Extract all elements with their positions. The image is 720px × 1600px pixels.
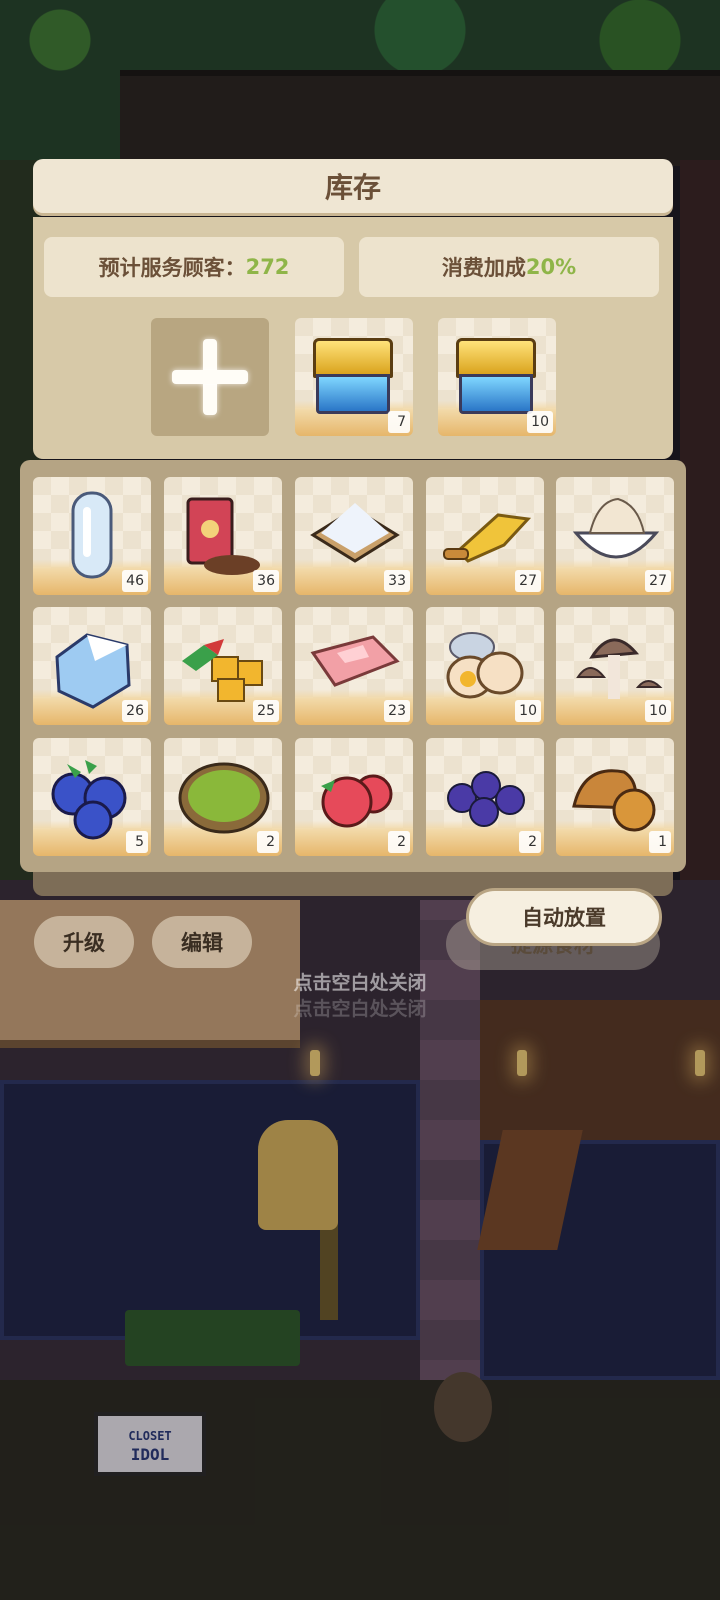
inventory-item[interactable]: 10 [426,607,544,725]
inventory-item[interactable]: 27 [556,477,674,595]
treasure-chest-icon [313,338,393,416]
edit-button[interactable]: 编辑 [152,916,252,968]
inventory-item[interactable]: 5 [33,738,151,856]
expected-customers-value: 272 [245,255,290,279]
wheat-sheaf-icon [443,513,532,563]
item-count: 5 [126,831,148,853]
red-berries-icon [321,774,393,828]
inventory-item[interactable]: 26 [33,607,151,725]
item-count: 25 [253,700,279,722]
item-count: 2 [388,831,410,853]
expected-customers-stat: 预计服务顾客： 272 [44,237,344,297]
item-count: 33 [384,570,410,592]
inventory-item[interactable]: 33 [295,477,413,595]
inventory-item[interactable]: 2 [426,738,544,856]
equipped-slot[interactable]: 10 [438,318,556,436]
item-count: 2 [519,831,541,853]
milk-carton-icon [55,633,131,709]
item-count: 10 [645,700,671,722]
item-count: 10 [527,411,553,433]
item-count: 26 [122,700,148,722]
equipped-slot[interactable]: 7 [295,318,413,436]
inventory-item[interactable]: 36 [164,477,282,595]
eggs-icon [446,632,524,699]
cream-bowl-icon [572,497,660,559]
spending-bonus-value: 20% [525,255,577,279]
item-count: 23 [384,700,410,722]
blueberries-icon [51,760,127,840]
matcha-bowl-icon [178,762,270,834]
item-count: 36 [253,570,279,592]
inventory-item[interactable]: 46 [33,477,151,595]
inventory-item[interactable]: 1 [556,738,674,856]
spending-bonus-label: 消费加成 [441,256,526,280]
sugar-tray-icon [310,503,400,563]
plus-icon [172,339,248,415]
inventory-title: 库存 [33,159,673,213]
meat-slab-icon [310,635,400,687]
inventory-item[interactable]: 25 [164,607,282,725]
grapes-icon [447,771,525,827]
item-count: 27 [645,570,671,592]
auto-place-button[interactable]: 自动放置 [466,888,662,946]
tap-to-close-hint: 点击空白处关闭 [293,972,427,994]
cheese-cubes-icon [182,639,263,702]
coffee-bag-icon [186,497,260,575]
inventory-item[interactable]: 10 [556,607,674,725]
inventory-item[interactable]: 27 [426,477,544,595]
inventory-item[interactable]: 23 [295,607,413,725]
item-count: 2 [257,831,279,853]
add-slot-button[interactable] [151,318,269,436]
inventory-item[interactable]: 2 [295,738,413,856]
spending-bonus-stat: 消费加成 20% [359,237,659,297]
inventory-item[interactable]: 2 [164,738,282,856]
item-count: 1 [649,831,671,853]
item-count: 7 [388,411,410,433]
upgrade-button[interactable]: 升级 [34,916,134,968]
bread-buns-icon [572,769,656,832]
tap-to-close-hint-echo: 点击空白处关闭 [293,998,427,1020]
item-count: 10 [515,700,541,722]
treasure-chest-icon [456,338,536,416]
item-count: 27 [515,570,541,592]
expected-customers-label: 预计服务顾客： [98,256,246,280]
ice-cylinder-icon [71,491,113,579]
mushrooms-icon [576,638,663,699]
item-count: 46 [122,570,148,592]
